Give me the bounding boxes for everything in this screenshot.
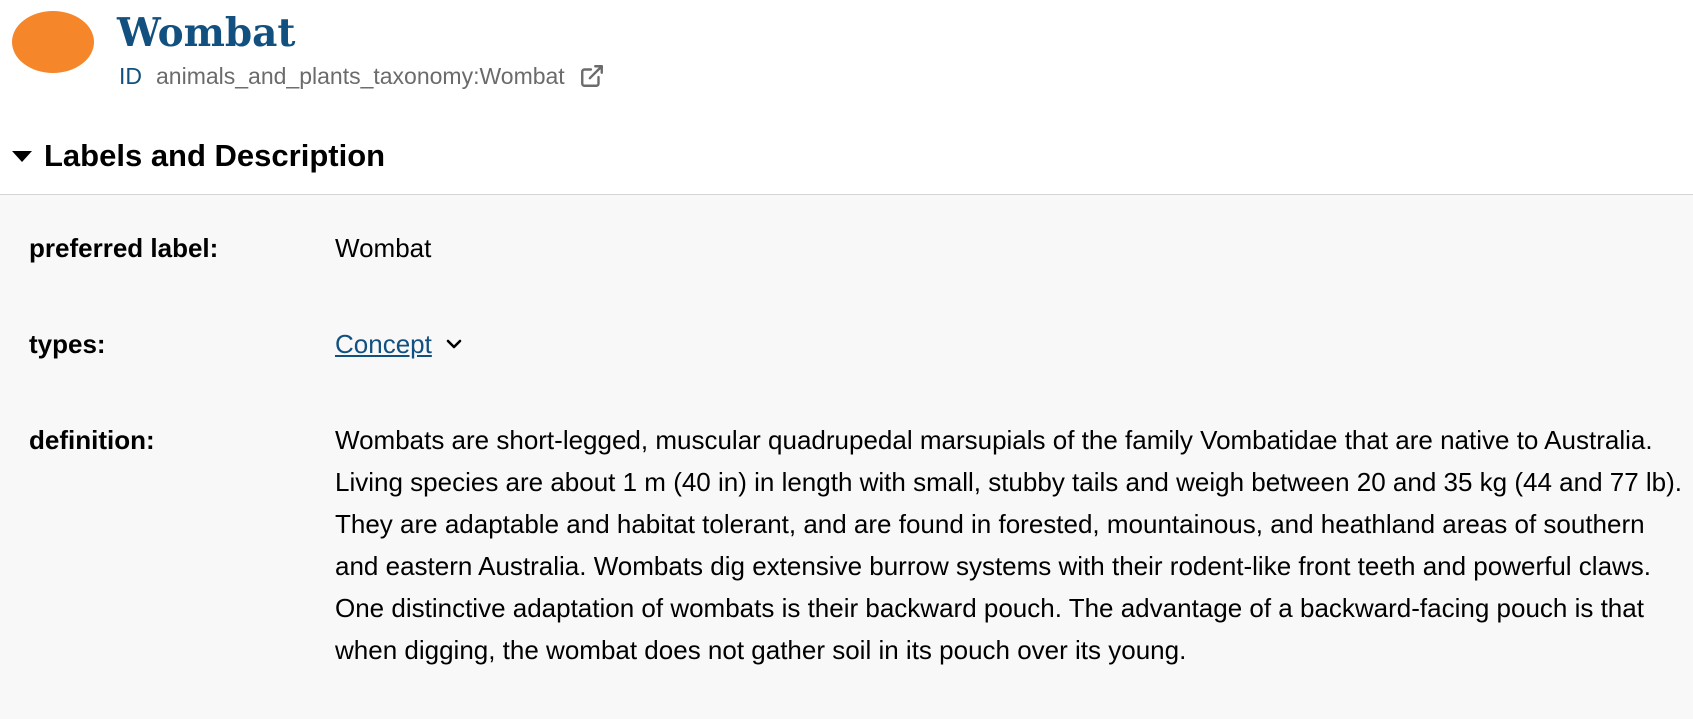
definition-value: Wombats are short-legged, muscular quadr… [335, 425, 1683, 665]
chevron-down-icon[interactable] [442, 332, 466, 356]
types-label: types: [29, 329, 106, 359]
preferred-label-value: Wombat [335, 233, 432, 263]
labels-section-toggle[interactable]: Labels and Description [0, 128, 1693, 184]
caret-down-icon [12, 150, 32, 162]
preferred-label-label: preferred label: [29, 233, 219, 263]
external-link-icon[interactable] [579, 63, 605, 89]
types-value: Concept [335, 323, 466, 365]
id-value: animals_and_plants_taxonomy:Wombat [156, 62, 565, 89]
definition-label: definition: [29, 425, 155, 455]
labels-section-body: preferred label: Wombat types: Concept d… [0, 194, 1693, 719]
entity-title: Wombat [117, 10, 296, 56]
entity-header: Wombat ID animals_and_plants_taxonomy:Wo… [0, 0, 1693, 100]
section-title: Labels and Description [44, 138, 386, 173]
entity-id-row: ID animals_and_plants_taxonomy:Wombat [119, 60, 605, 92]
entity-type-dot [12, 11, 94, 73]
id-label: ID [119, 62, 142, 89]
type-link-concept[interactable]: Concept [335, 323, 432, 365]
